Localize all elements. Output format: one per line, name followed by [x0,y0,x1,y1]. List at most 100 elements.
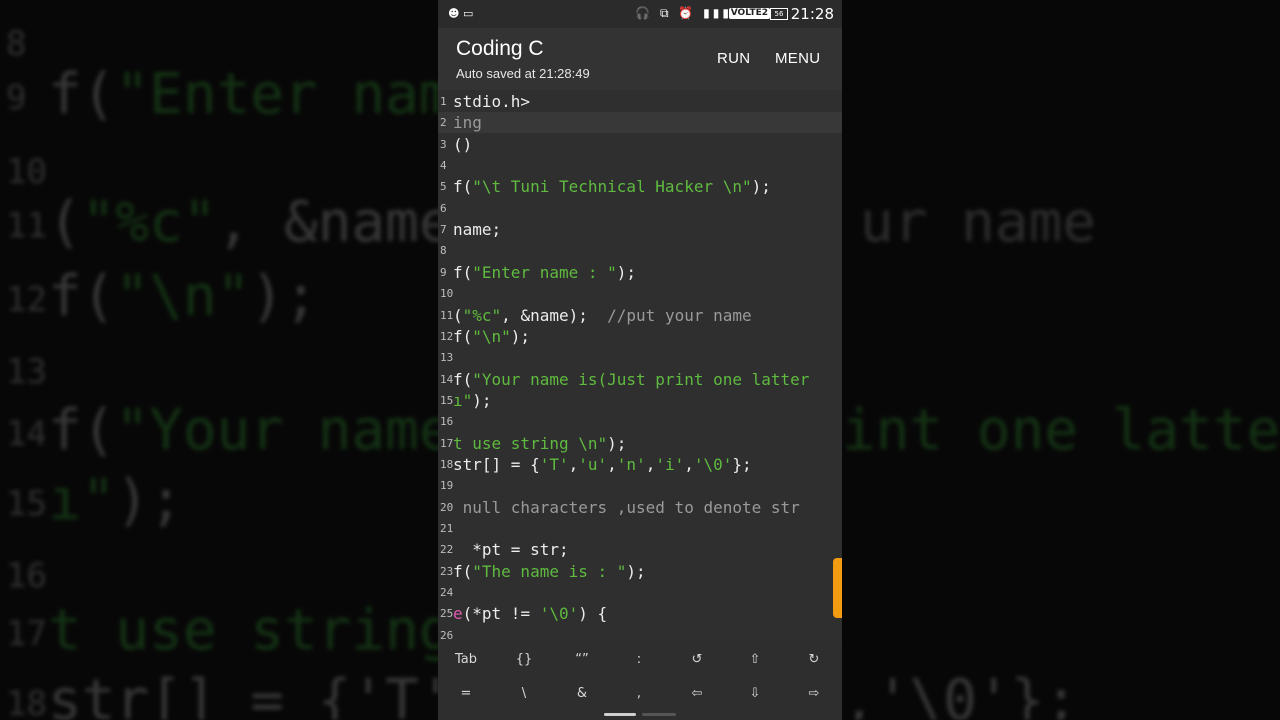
backdrop-dim-left [0,0,438,720]
symbol-key[interactable]: & [562,686,602,701]
app-title: Coding C [456,37,544,60]
code-line[interactable]: 4 [438,155,842,176]
line-number: 7 [440,223,447,237]
symbol-key[interactable]: = [446,686,486,701]
symbol-key[interactable]: {} [504,652,544,667]
line-number: 26 [440,628,454,642]
line-number: 15 [440,393,454,407]
line-number: 5 [440,180,447,194]
line-number: 20 [440,500,454,514]
symbol-key[interactable]: ⇩ [735,686,775,701]
code-text: null characters ,used to denote str [453,497,800,517]
code-line[interactable]: 21 [438,518,842,539]
code-line[interactable]: 23 f("The name is : "); [438,561,842,582]
symbol-key[interactable]: “” [562,652,602,667]
line-number: 11 [440,308,454,322]
line-number: 17 [440,436,454,450]
symbol-key[interactable]: \ [504,686,544,701]
menu-button[interactable]: MENU [775,50,820,67]
symbol-key[interactable]: ⇨ [794,686,834,701]
code-line[interactable]: 26 [438,625,842,642]
line-number: 10 [440,287,454,301]
code-text: t use string \n"); [453,433,627,453]
code-line[interactable]: 3 () [438,134,842,155]
line-number: 2 [440,116,447,130]
code-line[interactable]: 7 name; [438,219,842,240]
code-editor[interactable]: 1 stdio.h> 2 ing 3 () 4 5 f("\t Tuni Technical H… [438,90,842,642]
code-text: name; [453,220,502,240]
line-number: 13 [440,351,454,365]
code-text: ı"); [453,390,492,410]
line-number: 18 [440,457,454,471]
code-text: f("Your name is(Just print one latter [453,369,810,389]
volte-badge: VOLTE2 [728,8,770,19]
symbol-key[interactable]: ⇧ [735,652,775,667]
code-line[interactable]: 9 f("Enter name : "); [438,262,842,283]
line-number: 8 [440,244,447,258]
line-number: 1 [440,95,447,108]
code-line[interactable]: 16 [438,411,842,432]
line-number: 23 [440,564,454,578]
line-number: 3 [440,137,447,151]
symbol-key[interactable]: , [619,686,659,701]
code-line[interactable]: 6 [438,198,842,219]
code-line[interactable]: 8 [438,240,842,261]
nav-gesture-bar-secondary [642,713,676,716]
code-line[interactable]: 25 e(*pt != '\0') { [438,603,842,624]
code-line[interactable]: 10 [438,283,842,304]
code-line[interactable]: 24 [438,582,842,603]
code-line[interactable]: 19 [438,475,842,496]
code-line[interactable]: 14 f("Your name is(Just print one latter [438,369,842,390]
app-bar: Coding C Auto saved at 21:28:49 RUN MENU [438,28,842,90]
line-number: 9 [440,265,447,279]
symbol-key[interactable]: ⇦ [677,686,717,701]
line-number: 25 [440,607,454,621]
code-line[interactable]: 20 null characters ,used to denote str [438,497,842,518]
code-text: stdio.h> [453,92,531,111]
code-text: *pt = str; [453,540,569,560]
nav-gesture-bar[interactable] [604,713,636,716]
line-number: 6 [440,201,447,215]
code-text: str[] = {'T','u','n','i','\0'}; [453,454,752,474]
run-button[interactable]: RUN [717,50,750,67]
code-line[interactable]: 18 str[] = {'T','u','n','i','\0'}; [438,454,842,475]
code-text: () [453,134,473,154]
battery-icon: 56 [770,8,788,20]
code-text: ing [453,113,482,133]
code-line[interactable]: 5 f("\t Tuni Technical Hacker \n"); [438,176,842,197]
phone-screen: ☻ ▭ 🎧 ⧉ ⏰ ▮▮▮ VOLTE2 56 21:28 Coding C A… [438,0,842,720]
backdrop-dim-right [842,0,1280,720]
code-text: f("\t Tuni Technical Hacker \n"); [453,177,771,197]
symbol-key[interactable]: Tab [446,652,486,667]
code-text: ("%c", &name); //put your name [453,305,752,325]
code-line[interactable]: 15 ı"); [438,390,842,411]
notification-icons: ☻ ▭ [448,7,474,20]
status-time: 21:28 [790,5,834,23]
code-line[interactable]: 12 f("\n"); [438,326,842,347]
code-text: e(*pt != '\0') { [453,604,608,624]
code-line[interactable]: 11 ("%c", &name); //put your name [438,305,842,326]
code-line[interactable]: 22 *pt = str; [438,539,842,560]
line-number: 19 [440,479,454,493]
autosave-status: Auto saved at 21:28:49 [456,66,590,81]
symbol-key[interactable]: ↻ [794,652,834,667]
code-text: f("Enter name : "); [453,262,637,282]
symbol-key[interactable]: ↺ [677,652,717,667]
code-line[interactable]: 17 t use string \n"); [438,433,842,454]
line-number: 4 [440,159,447,173]
code-line[interactable]: 2 ing [438,112,842,133]
status-bar: ☻ ▭ 🎧 ⧉ ⏰ ▮▮▮ VOLTE2 56 21:28 [438,0,842,28]
code-line[interactable]: 13 [438,347,842,368]
code-text: f("\n"); [453,326,531,346]
line-number: 16 [440,415,454,429]
code-text: f("The name is : "); [453,561,646,581]
line-number: 14 [440,372,454,386]
code-line[interactable]: 1 stdio.h> [438,91,842,112]
line-number: 21 [440,522,454,535]
line-number: 22 [440,543,454,557]
symbol-key[interactable]: : [619,652,659,667]
symbol-keyboard: Tab {} “”: ↺ ⇧ ↻ = \ &, ⇦ ⇩ ⇨ [438,642,842,720]
status-icons: 🎧 ⧉ ⏰ ▮▮▮ [635,6,732,20]
line-number: 24 [440,586,454,600]
line-number: 12 [440,329,454,343]
